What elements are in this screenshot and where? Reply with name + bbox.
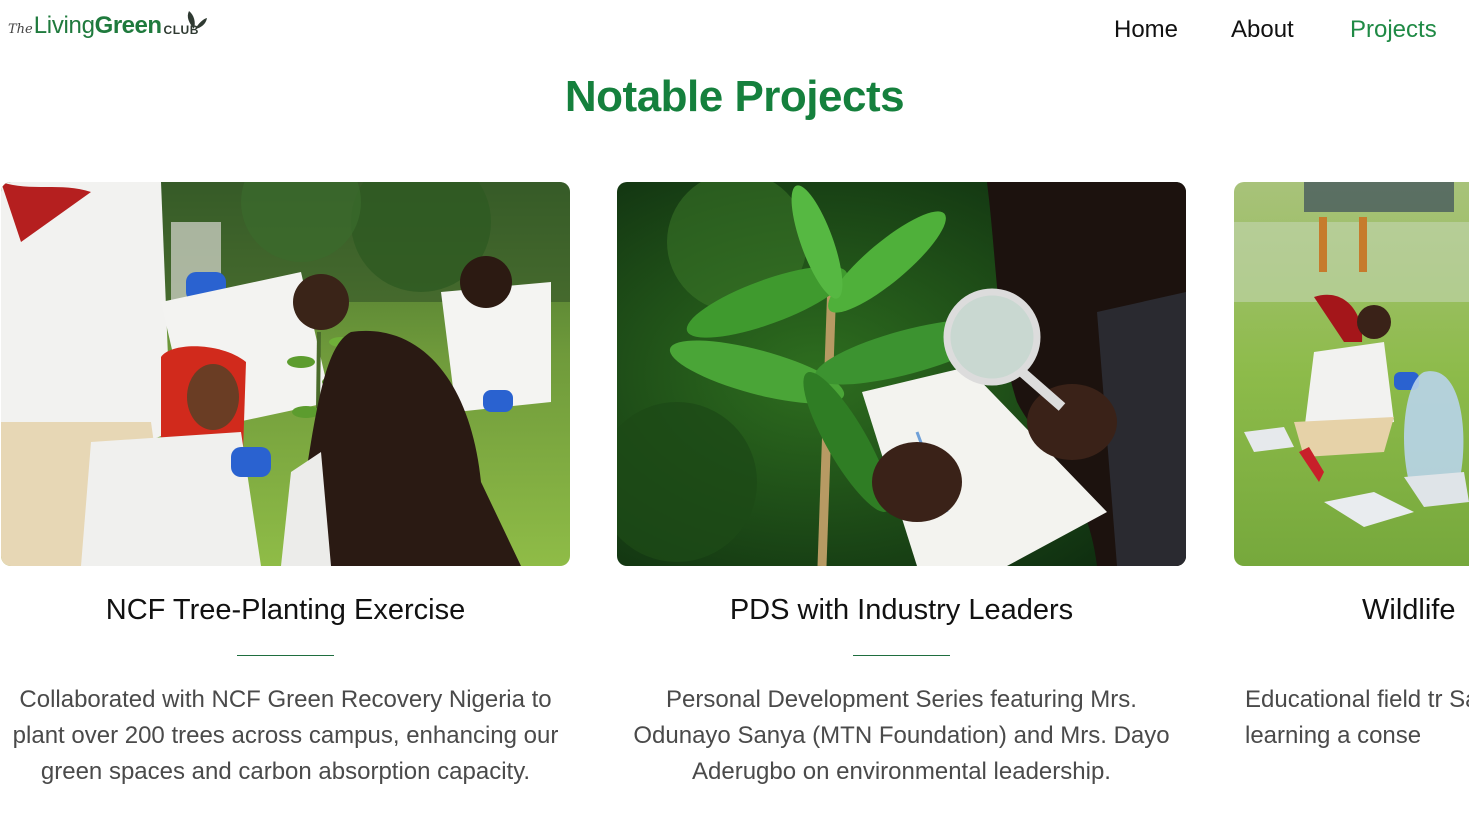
section-title: Notable Projects bbox=[564, 72, 905, 121]
project-description: Collaborated with NCF Green Recovery Nig… bbox=[12, 686, 559, 785]
project-card-wildlife: Wildlife Educational field tr Sanctuary,… bbox=[1234, 182, 1469, 822]
nav-home-link[interactable]: Home bbox=[1114, 16, 1178, 44]
tree-planting-photo bbox=[1, 182, 570, 566]
project-description: Personal Development Series featuring Mr… bbox=[633, 686, 1170, 785]
nav-projects-link[interactable]: Projects bbox=[1350, 16, 1437, 44]
wildlife-cleanup-photo bbox=[1234, 182, 1469, 566]
project-title: PDS with Industry Leaders bbox=[729, 594, 1074, 626]
project-title: NCF Tree-Planting Exercise bbox=[105, 594, 466, 626]
title-divider bbox=[237, 655, 334, 656]
leaf-icon bbox=[187, 11, 207, 29]
title-divider bbox=[853, 655, 950, 656]
top-navigation-bar: The Living Green CLUB Home About Project… bbox=[0, 0, 1469, 70]
logo-living-text: Living bbox=[33, 12, 95, 39]
pds-photo bbox=[617, 182, 1186, 566]
main-nav: Home About Projects bbox=[1100, 16, 1469, 50]
site-logo[interactable]: The Living Green CLUB bbox=[8, 11, 207, 40]
logo-the-text: The bbox=[8, 22, 33, 37]
project-card-tree-planting: NCF Tree-Planting Exercise Collaborated … bbox=[1, 182, 570, 822]
nav-about-link[interactable]: About bbox=[1231, 16, 1294, 44]
project-title: Wildlife bbox=[1362, 594, 1456, 626]
project-card-pds: PDS with Industry Leaders Personal Devel… bbox=[617, 182, 1186, 822]
logo-green-text: Green bbox=[94, 12, 162, 39]
project-description: Educational field tr Sanctuary, learning… bbox=[1245, 686, 1469, 749]
